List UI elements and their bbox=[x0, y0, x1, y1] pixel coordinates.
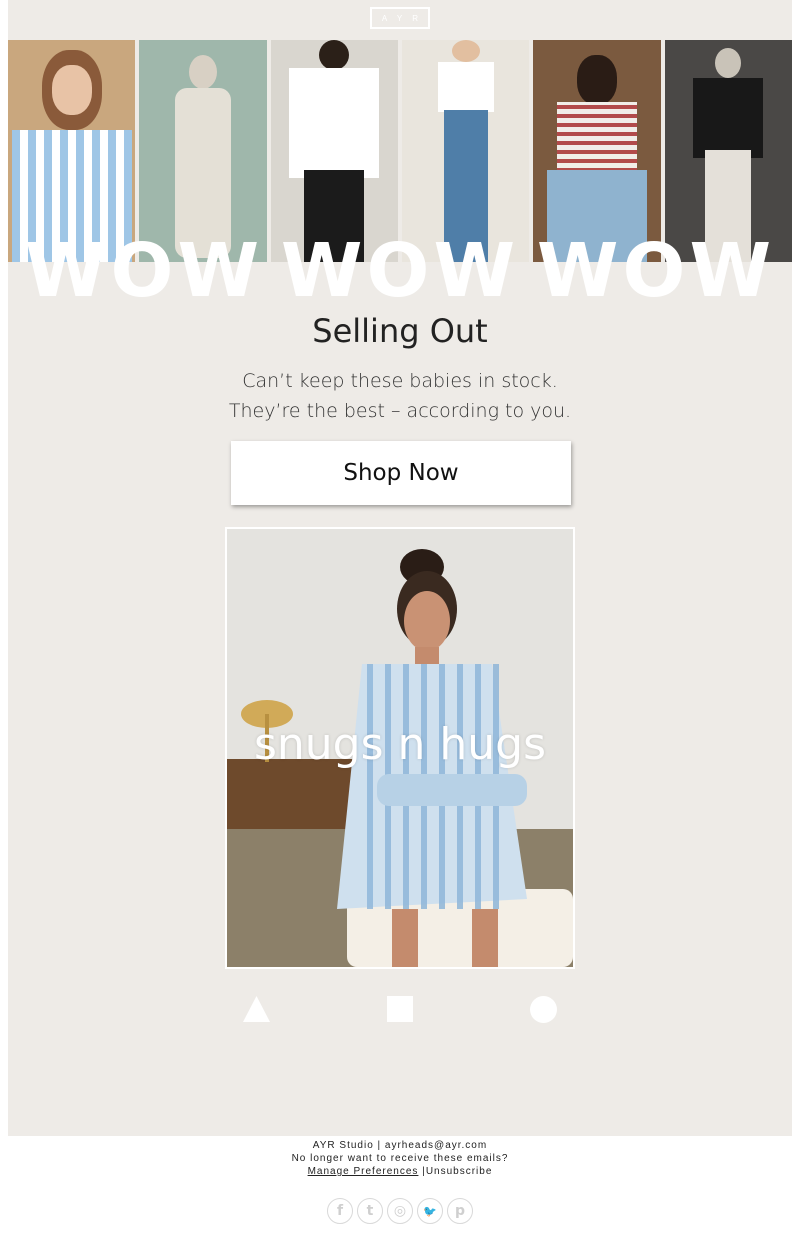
footer-separator: | bbox=[418, 1166, 426, 1177]
shape-nav bbox=[8, 994, 792, 1024]
feature-caption: snugs n hugs bbox=[253, 719, 547, 770]
pinterest-icon[interactable]: p bbox=[447, 1198, 473, 1224]
square-icon[interactable] bbox=[387, 996, 413, 1022]
headline: Selling Out bbox=[312, 312, 488, 350]
footer-company: AYR Studio | ayrheads@ayr.com bbox=[312, 1140, 488, 1151]
tumblr-icon[interactable]: t bbox=[357, 1198, 383, 1224]
instagram-icon[interactable]: ◎ bbox=[387, 1198, 413, 1224]
twitter-icon[interactable]: 🐦 bbox=[417, 1198, 443, 1224]
brand-logo[interactable]: A Y R bbox=[370, 7, 430, 29]
circle-icon[interactable] bbox=[530, 996, 557, 1023]
footer-prompt: No longer want to receive these emails? bbox=[291, 1153, 509, 1164]
triangle-icon[interactable] bbox=[243, 996, 270, 1022]
footer: AYR Studio | ayrheads@ayr.com No longer … bbox=[0, 1139, 800, 1178]
footer-links: Manage Preferences |Unsubscribe bbox=[0, 1165, 800, 1178]
unsubscribe-link[interactable]: Unsubscribe bbox=[426, 1166, 493, 1177]
social-links: f t ◎ 🐦 p bbox=[0, 1198, 800, 1224]
subline-1: Can’t keep these babies in stock. bbox=[242, 370, 558, 392]
wow-word-3: WOW bbox=[536, 228, 776, 314]
subline-2: They’re the best – according to you. bbox=[228, 400, 572, 422]
wow-word-1: WOW bbox=[24, 228, 264, 314]
shop-now-button[interactable]: Shop Now bbox=[231, 441, 571, 505]
subheadline: Can’t keep these babies in stock. They’r… bbox=[8, 366, 792, 426]
manage-preferences-link[interactable]: Manage Preferences bbox=[308, 1166, 419, 1177]
facebook-icon[interactable]: f bbox=[327, 1198, 353, 1224]
feature-image[interactable]: snugs n hugs bbox=[225, 527, 575, 969]
email-card: A Y R WOW WOW WOW Selling Out Can’t keep… bbox=[8, 0, 792, 1136]
wow-overlay: WOW WOW WOW bbox=[8, 226, 792, 316]
wow-word-2: WOW bbox=[280, 228, 520, 314]
